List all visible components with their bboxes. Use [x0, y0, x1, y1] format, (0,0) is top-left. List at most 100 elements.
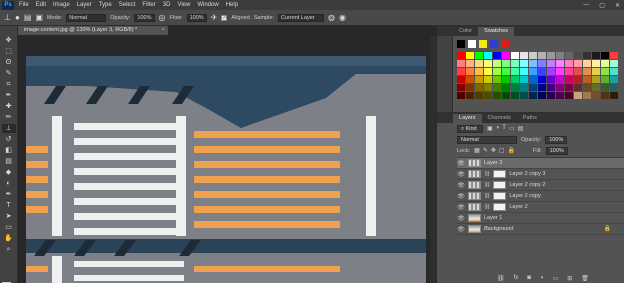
swatch[interactable]	[529, 84, 537, 91]
layer-row[interactable]: 👁 Layer 1	[457, 213, 624, 224]
type-filter-icon[interactable]: T	[502, 125, 506, 132]
swatch[interactable]	[493, 68, 501, 75]
swatch[interactable]	[475, 76, 483, 83]
swatch[interactable]	[601, 68, 609, 75]
mode-select[interactable]: Normal	[66, 13, 107, 22]
swatch[interactable]	[547, 60, 555, 67]
healing-brush-icon[interactable]: ✚	[2, 102, 16, 111]
path-select-icon[interactable]: ➤	[2, 212, 16, 221]
marquee-icon[interactable]: ⬚	[2, 47, 16, 56]
menu-layer[interactable]: Layer	[77, 2, 92, 8]
mask-link-icon[interactable]: ⛓	[484, 193, 490, 199]
swatch[interactable]	[520, 60, 528, 67]
swatch[interactable]	[538, 92, 546, 99]
swatch[interactable]	[556, 84, 564, 91]
swatch[interactable]	[601, 84, 609, 91]
swatch[interactable]	[511, 84, 519, 91]
swatch[interactable]	[574, 52, 582, 59]
swatch[interactable]	[457, 40, 465, 48]
visibility-eye-icon[interactable]: 👁	[457, 171, 465, 178]
minimize-icon[interactable]: —	[583, 2, 589, 8]
swatch[interactable]	[565, 68, 573, 75]
pen-icon[interactable]: ✒	[2, 190, 16, 199]
swatch[interactable]	[475, 68, 483, 75]
layer-mask-thumbnail[interactable]	[493, 203, 507, 211]
clone-source-icon[interactable]: ▣	[35, 13, 43, 22]
layer-row[interactable]: 👁 ⛓ Layer 2 copy	[457, 191, 624, 202]
swatch[interactable]	[610, 84, 618, 91]
menu-type[interactable]: Type	[99, 2, 112, 8]
swatch[interactable]	[520, 52, 528, 59]
close-icon[interactable]: ✕	[615, 2, 620, 9]
smart-object-filter-icon[interactable]: ▤	[518, 125, 524, 132]
swatch[interactable]	[583, 68, 591, 75]
menu-file[interactable]: File	[19, 2, 29, 8]
filter-kind-select[interactable]: ⌕ Kind	[457, 124, 483, 133]
lock-paint-icon[interactable]: ✎	[483, 147, 488, 154]
swatch[interactable]	[547, 68, 555, 75]
pressure-size-icon[interactable]: ◉	[339, 13, 346, 22]
swatch[interactable]	[475, 60, 483, 67]
visibility-eye-icon[interactable]: 👁	[457, 193, 465, 200]
swatch[interactable]	[565, 52, 573, 59]
swatch[interactable]	[592, 68, 600, 75]
visibility-eye-icon[interactable]: 👁	[457, 182, 465, 189]
fx-icon[interactable]: fx	[514, 275, 519, 282]
lock-pixels-icon[interactable]: ▦	[474, 147, 480, 154]
tab-color[interactable]: Color	[453, 27, 478, 36]
fill-input[interactable]: 100%	[545, 146, 568, 155]
blend-mode-select[interactable]: Normal	[457, 135, 517, 144]
clone-stamp-icon[interactable]: ⊥	[4, 13, 11, 22]
swatch[interactable]	[502, 68, 510, 75]
swatch[interactable]	[502, 84, 510, 91]
layer-row[interactable]: 👁 ⛓ Layer 2 copy 2	[457, 180, 624, 191]
swatch[interactable]	[502, 92, 510, 99]
swatch[interactable]	[529, 52, 537, 59]
swatch[interactable]	[565, 84, 573, 91]
swatch[interactable]	[493, 84, 501, 91]
menu-help[interactable]: Help	[226, 2, 238, 8]
swatch[interactable]	[529, 92, 537, 99]
layer-opacity-input[interactable]: 100%	[545, 135, 568, 144]
menu-filter[interactable]: Filter	[142, 2, 155, 8]
swatch[interactable]	[574, 60, 582, 67]
visibility-eye-icon[interactable]: 👁	[457, 226, 465, 233]
airbrush-icon[interactable]: ✈	[211, 13, 218, 22]
image-canvas[interactable]	[26, 56, 426, 283]
swatch[interactable]	[547, 92, 555, 99]
pixel-filter-icon[interactable]: ▣	[487, 125, 493, 132]
layer-thumbnail[interactable]	[468, 170, 481, 178]
swatch[interactable]	[468, 40, 476, 48]
swatch[interactable]	[493, 52, 501, 59]
layer-thumbnail[interactable]	[468, 225, 481, 233]
mask-link-icon[interactable]: ⛓	[484, 204, 490, 210]
swatch[interactable]	[502, 52, 510, 59]
swatch[interactable]	[547, 84, 555, 91]
tab-layers[interactable]: Layers	[453, 114, 482, 123]
swatch[interactable]	[538, 60, 546, 67]
swatch[interactable]	[475, 92, 483, 99]
swatch[interactable]	[565, 76, 573, 83]
quick-select-icon[interactable]: ✎	[2, 69, 16, 78]
layer-row[interactable]: 👁 ⛓ Layer 2	[457, 202, 624, 213]
swatch[interactable]	[574, 76, 582, 83]
swatch[interactable]	[610, 68, 618, 75]
swatch[interactable]	[501, 40, 509, 48]
swatch[interactable]	[490, 40, 498, 48]
type-icon[interactable]: T	[2, 201, 16, 210]
move-icon[interactable]: ✥	[2, 36, 16, 45]
visibility-eye-icon[interactable]: 👁	[457, 160, 465, 167]
swatch[interactable]	[565, 60, 573, 67]
new-layer-icon[interactable]: ⊞	[567, 275, 572, 282]
swatch[interactable]	[479, 40, 487, 48]
swatch[interactable]	[592, 60, 600, 67]
layer-row[interactable]: 👁 Background 🔒	[457, 224, 624, 235]
eyedropper-icon[interactable]: ✒	[2, 91, 16, 100]
trash-icon[interactable]: 🗑	[581, 275, 589, 282]
swatch[interactable]	[610, 92, 618, 99]
layer-row[interactable]: 👁 ⛓ Layer 2 copy 3	[457, 169, 624, 180]
swatch[interactable]	[583, 84, 591, 91]
swatch[interactable]	[529, 68, 537, 75]
sample-select[interactable]: Current Layer	[277, 13, 324, 22]
swatch[interactable]	[466, 76, 474, 83]
